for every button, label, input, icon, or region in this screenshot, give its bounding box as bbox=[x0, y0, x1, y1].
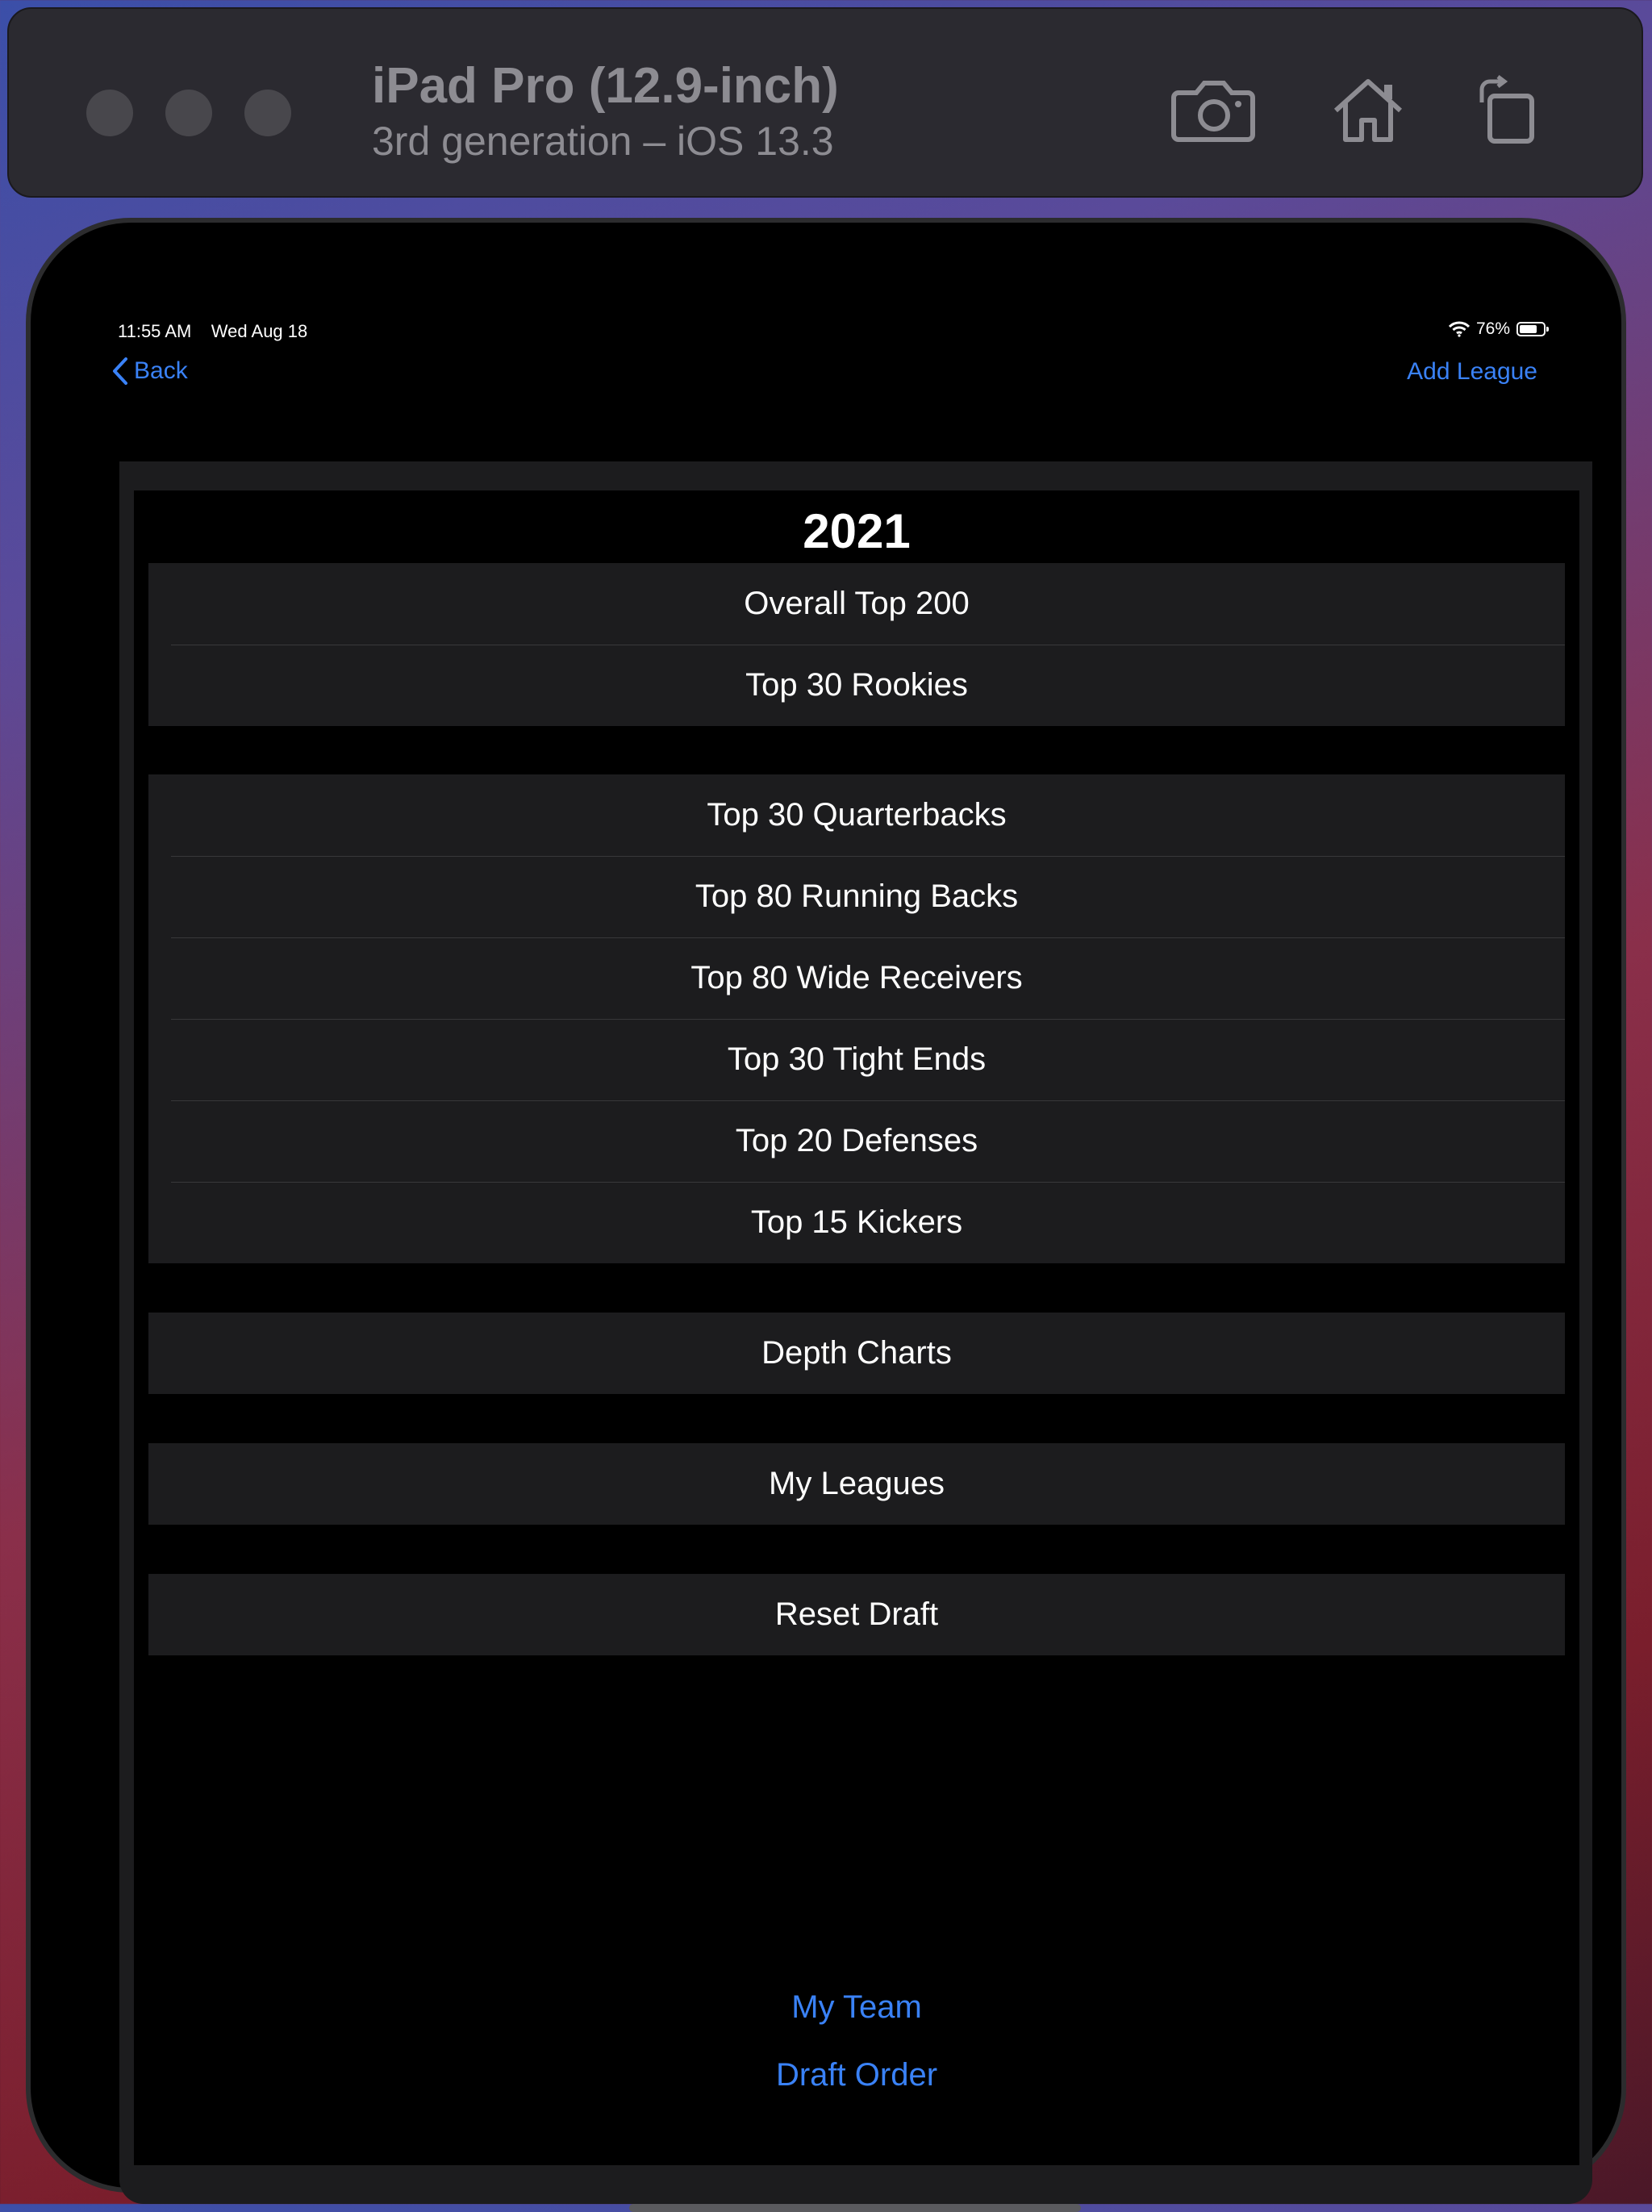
minimize-window-button[interactable] bbox=[165, 90, 212, 136]
battery-fill bbox=[1520, 325, 1537, 333]
simulator-title-bar: iPad Pro (12.9-inch) 3rd generation – iO… bbox=[7, 7, 1643, 198]
status-time-date: 11:55 AM Wed Aug 18 bbox=[118, 321, 307, 342]
menu-item-defenses[interactable]: Top 20 Defenses bbox=[148, 1100, 1565, 1182]
menu-item-top-30-rookies[interactable]: Top 30 Rookies bbox=[148, 645, 1565, 726]
simulator-device-detail: 3rd generation – iOS 13.3 bbox=[372, 119, 834, 164]
menu-item-depth-charts[interactable]: Depth Charts bbox=[148, 1313, 1565, 1394]
status-indicators: 76% bbox=[1448, 319, 1549, 339]
content-panel: 2021 Overall Top 200 Top 30 Rookies Top … bbox=[119, 461, 1592, 2212]
draft-order-link[interactable]: Draft Order bbox=[134, 2057, 1579, 2093]
status-date: Wed Aug 18 bbox=[211, 321, 308, 341]
year-header: 2021 bbox=[803, 504, 911, 558]
menu-item-tight-ends[interactable]: Top 30 Tight Ends bbox=[148, 1019, 1565, 1100]
rankings-group-overall: Overall Top 200 Top 30 Rookies bbox=[148, 563, 1565, 726]
battery-percent: 76% bbox=[1475, 319, 1510, 338]
menu-item-kickers[interactable]: Top 15 Kickers bbox=[148, 1182, 1565, 1263]
menu-list: 2021 Overall Top 200 Top 30 Rookies Top … bbox=[134, 490, 1579, 2165]
reset-draft-button[interactable]: Reset Draft bbox=[148, 1574, 1565, 1655]
status-time: 11:55 AM bbox=[118, 321, 192, 341]
ipad-device-frame: 11:55 AM Wed Aug 18 76% Back Add League bbox=[26, 218, 1626, 2212]
zoom-window-button[interactable] bbox=[244, 90, 291, 136]
menu-item-my-leagues[interactable]: My Leagues bbox=[148, 1443, 1565, 1525]
my-team-link[interactable]: My Team bbox=[134, 1989, 1579, 2026]
depth-charts-group: Depth Charts bbox=[148, 1313, 1565, 1394]
menu-item-running-backs[interactable]: Top 80 Running Backs bbox=[148, 856, 1565, 937]
device-screen: 11:55 AM Wed Aug 18 76% Back Add League bbox=[94, 300, 1592, 2212]
menu-item-wide-receivers[interactable]: Top 80 Wide Receivers bbox=[148, 937, 1565, 1019]
chevron-left-icon bbox=[113, 357, 127, 385]
menu-item-overall-top-200[interactable]: Overall Top 200 bbox=[148, 563, 1565, 645]
wifi-icon bbox=[1448, 321, 1470, 337]
add-league-button[interactable]: Add League bbox=[1407, 358, 1537, 386]
reset-draft-group: Reset Draft bbox=[148, 1574, 1565, 1655]
battery-icon bbox=[1516, 322, 1549, 336]
home-icon[interactable] bbox=[1329, 75, 1407, 144]
my-leagues-group: My Leagues bbox=[148, 1443, 1565, 1525]
simulator-device-name: iPad Pro (12.9-inch) bbox=[372, 58, 839, 114]
camera-icon[interactable] bbox=[1170, 75, 1256, 144]
rotate-icon[interactable] bbox=[1475, 75, 1540, 144]
close-window-button[interactable] bbox=[86, 90, 133, 136]
menu-item-quarterbacks[interactable]: Top 30 Quarterbacks bbox=[148, 774, 1565, 856]
back-button-label: Back bbox=[134, 357, 188, 384]
back-button[interactable]: Back bbox=[111, 357, 188, 386]
rankings-group-positions: Top 30 Quarterbacks Top 80 Running Backs… bbox=[148, 774, 1565, 1263]
home-indicator[interactable] bbox=[629, 2204, 1081, 2212]
